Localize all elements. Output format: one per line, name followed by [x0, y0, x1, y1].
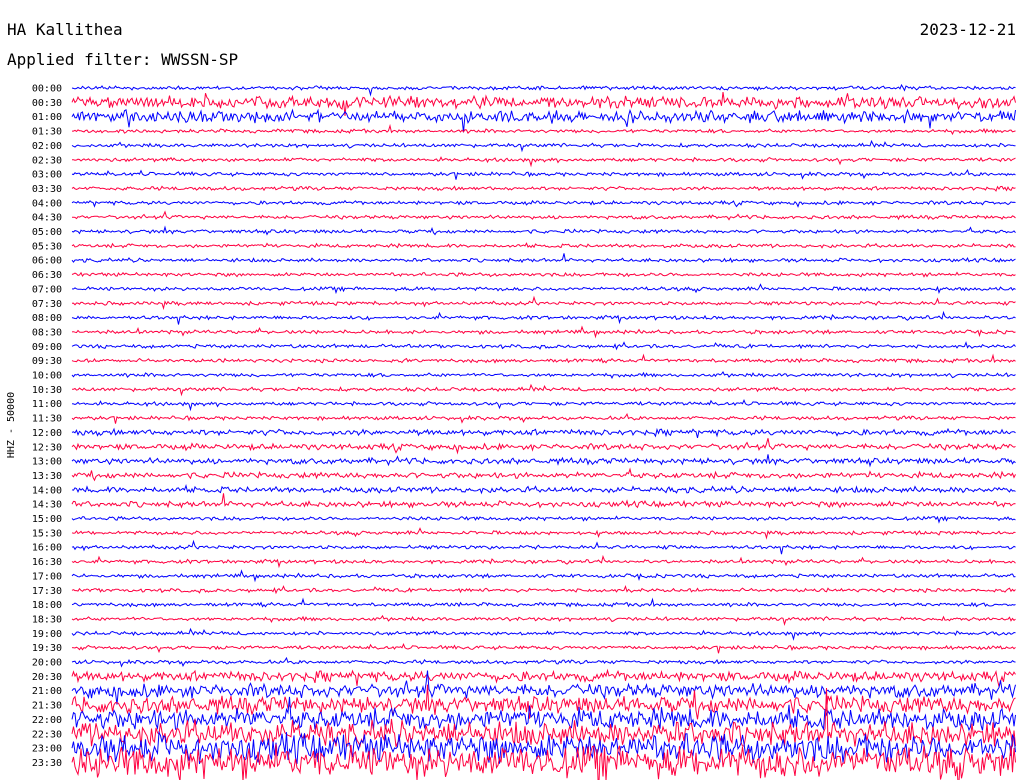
- time-tick-label: 14:30: [32, 500, 62, 511]
- trace-1800: [71, 597, 1016, 608]
- time-tick-label: 16:00: [32, 543, 62, 554]
- time-tick-label: 15:00: [32, 514, 62, 525]
- trace-1600: [71, 539, 1016, 555]
- trace-1730: [71, 584, 1016, 595]
- time-tick-label: 22:00: [32, 715, 62, 726]
- time-tick-label: 17:30: [32, 586, 62, 597]
- trace-1400: [71, 483, 1016, 495]
- trace-0400: [71, 199, 1016, 208]
- time-tick-label: 04:30: [32, 213, 62, 224]
- time-tick-label: 21:30: [32, 701, 62, 712]
- time-tick-label: 18:00: [32, 600, 62, 611]
- time-tick-label: 02:00: [32, 141, 62, 152]
- time-tick-label: 01:00: [32, 112, 62, 123]
- trace-1630: [71, 554, 1016, 569]
- time-tick-label: 07:30: [32, 299, 62, 310]
- trace-0330: [71, 185, 1016, 192]
- time-tick-label: 01:30: [32, 127, 62, 138]
- trace-0730: [71, 295, 1016, 311]
- time-tick-label: 06:30: [32, 270, 62, 281]
- time-tick-label: 04:00: [32, 198, 62, 209]
- trace-0430: [71, 210, 1016, 221]
- trace-1030: [71, 383, 1016, 397]
- time-tick-label: 22:30: [32, 729, 62, 740]
- time-tick-label: 11:00: [32, 399, 62, 410]
- trace-0200: [71, 139, 1016, 153]
- trace-1530: [71, 527, 1016, 540]
- trace-1300: [71, 454, 1016, 468]
- time-tick-label: 20:30: [32, 672, 62, 683]
- time-tick-label: 19:00: [32, 629, 62, 640]
- trace-0700: [71, 283, 1016, 295]
- time-tick-label: 00:00: [32, 84, 62, 95]
- time-tick-label: 07:00: [32, 284, 62, 295]
- time-tick-label: 14:00: [32, 485, 62, 496]
- time-tick-label: 23:30: [32, 758, 62, 769]
- time-tick-label: 09:30: [32, 356, 62, 367]
- time-tick-label: 05:00: [32, 227, 62, 238]
- time-tick-label: 10:30: [32, 385, 62, 396]
- trace-0630: [71, 271, 1016, 278]
- trace-1430: [71, 493, 1016, 509]
- trace-0530: [71, 242, 1016, 249]
- time-tick-label: 12:00: [32, 428, 62, 439]
- time-tick-label: 10:00: [32, 371, 62, 382]
- trace-1100: [71, 399, 1016, 412]
- helicorder-plot: 00:00 00:30 01:00 01:30 02:00 02:30 03:00 03:30…: [6, 83, 1016, 780]
- trace-1830: [71, 614, 1016, 626]
- trace-0230: [72, 156, 1016, 168]
- time-tick-label: 12:30: [32, 442, 62, 453]
- time-tick-label: 02:30: [32, 155, 62, 166]
- y-axis-label: HHZ - 50000: [6, 392, 17, 458]
- time-tick-label: 21:00: [32, 686, 62, 697]
- trace-2130: [71, 684, 1016, 720]
- time-tick-label: 13:30: [32, 471, 62, 482]
- time-tick-label: 18:30: [32, 614, 62, 625]
- trace-0300: [71, 168, 1016, 180]
- trace-0930: [71, 353, 1016, 364]
- time-tick-label: 08:30: [32, 327, 62, 338]
- time-tick-label: 05:30: [32, 241, 62, 252]
- time-tick-label: 00:30: [32, 98, 62, 109]
- trace-0100: [71, 108, 1016, 133]
- trace-0600: [71, 253, 1016, 264]
- time-tick-label: 23:00: [32, 744, 62, 755]
- time-tick-label: 03:30: [32, 184, 62, 195]
- time-tick-label: 03:00: [32, 170, 62, 181]
- trace-2030: [71, 668, 1016, 689]
- trace-0900: [71, 341, 1016, 351]
- trace-1130: [71, 412, 1016, 424]
- time-tick-label: 11:30: [32, 414, 62, 425]
- time-tick-label: 09:00: [32, 342, 62, 353]
- trace-0000: [71, 83, 1016, 97]
- time-tick-label: 17:00: [32, 571, 62, 582]
- trace-2000: [71, 656, 1016, 668]
- time-tick-label: 08:00: [32, 313, 62, 324]
- trace-1330: [71, 467, 1016, 482]
- trace-1230: [71, 438, 1016, 455]
- trace-1500: [71, 515, 1016, 524]
- trace-0830: [71, 325, 1016, 339]
- trace-1700: [71, 569, 1016, 583]
- time-tick-label: 15:30: [32, 528, 62, 539]
- trace-0030: [71, 92, 1016, 117]
- traces: [71, 83, 1016, 780]
- trace-0500: [71, 225, 1016, 236]
- time-tick-label: 06:00: [32, 256, 62, 267]
- time-tick-label: 16:30: [32, 557, 62, 568]
- trace-0800: [71, 310, 1016, 325]
- time-tick-label: 13:00: [32, 457, 62, 468]
- trace-1200: [71, 427, 1016, 439]
- trace-1900: [71, 627, 1016, 641]
- time-tick-label: 19:30: [32, 643, 62, 654]
- trace-0130: [72, 123, 1016, 136]
- trace-1930: [71, 643, 1016, 654]
- time-tick-label: 20:00: [32, 658, 62, 669]
- trace-1000: [71, 371, 1016, 379]
- time-axis: 00:00 00:30 01:00 01:30 02:00 02:30 03:00 03:30…: [32, 84, 62, 769]
